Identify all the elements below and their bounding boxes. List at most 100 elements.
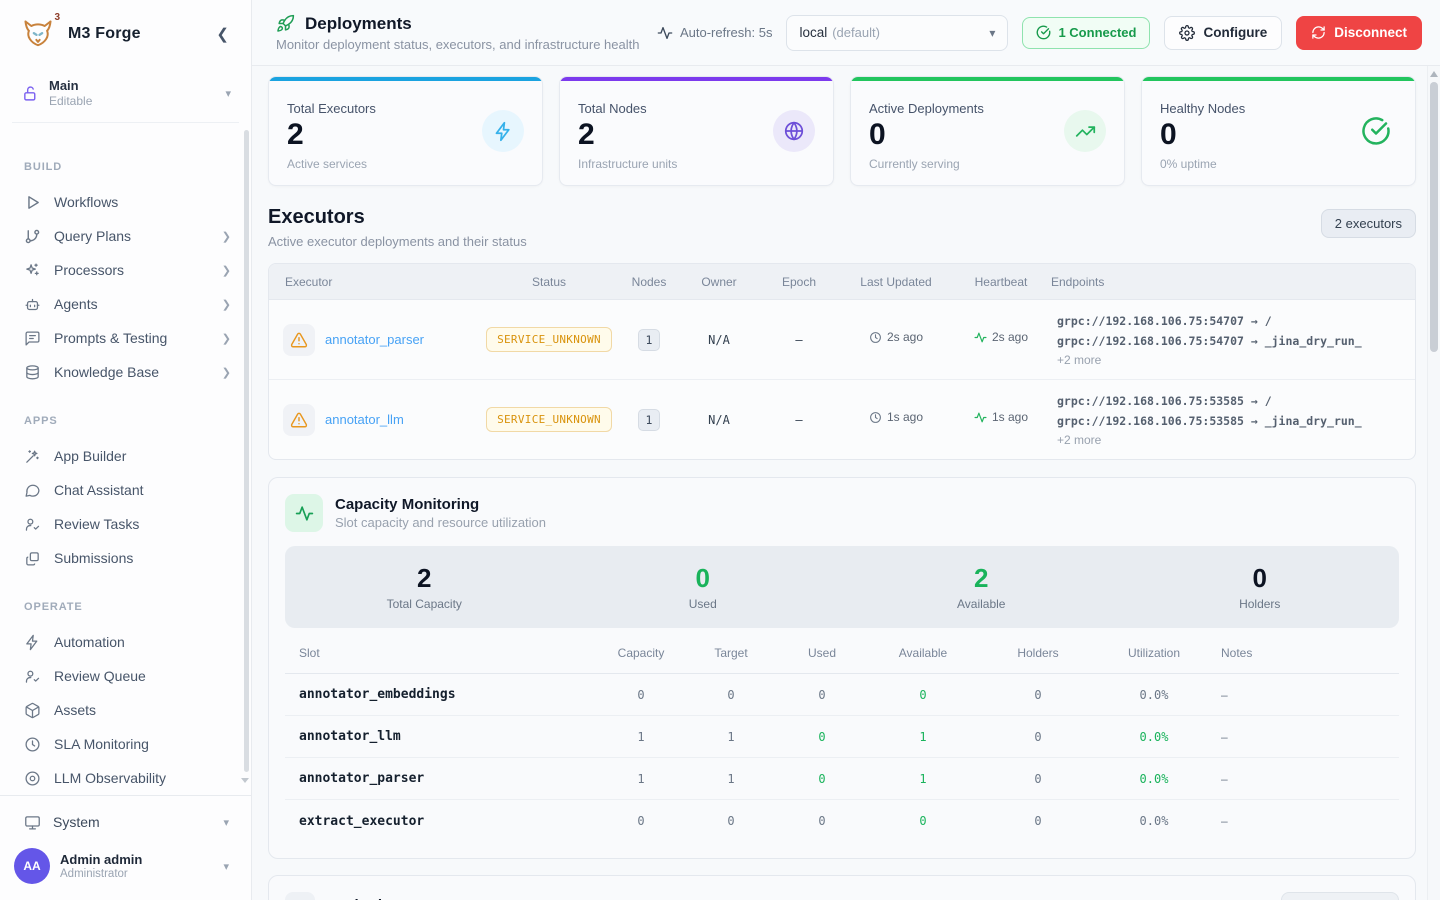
capacity-summary: 2Total Capacity 0Used 2Available 0Holder…	[285, 546, 1399, 628]
unlock-icon	[22, 85, 39, 102]
user-role: Administrator	[60, 868, 213, 880]
sidebar-item-prompts-testing[interactable]: Prompts & Testing ❯	[12, 321, 241, 355]
configure-button[interactable]: Configure	[1164, 16, 1282, 50]
message-square-icon	[24, 330, 42, 347]
epoch-value: –	[757, 332, 841, 347]
chevron-left-icon: ❮	[216, 26, 229, 43]
activity-icon	[974, 331, 987, 344]
sidebar-item-processors[interactable]: Processors ❯	[12, 253, 241, 287]
sidebar-item-knowledge-base[interactable]: Knowledge Base ❯	[12, 355, 241, 389]
sidebar-item-submissions[interactable]: Submissions	[12, 541, 241, 575]
sidebar-item-review-queue[interactable]: Review Queue	[12, 659, 241, 693]
capacity-card: Capacity Monitoring Slot capacity and re…	[268, 477, 1416, 859]
accent-bar	[560, 77, 833, 81]
endpoint-line: grpc://192.168.106.75:54707 → _jina_dry_…	[1057, 332, 1401, 352]
main-scrollbar[interactable]	[1427, 66, 1440, 900]
sidebar-item-sla-monitoring[interactable]: SLA Monitoring	[12, 727, 241, 761]
git-branch-icon	[24, 228, 42, 245]
user-check-icon	[24, 516, 42, 533]
chevron-right-icon: ❯	[222, 230, 231, 243]
activity-icon	[285, 494, 323, 532]
slot-table-header: Slot Capacity Target Used Available Hold…	[285, 632, 1399, 674]
last-updated-value: 2s ago	[887, 330, 923, 344]
user-check-icon	[24, 668, 42, 685]
configure-label: Configure	[1203, 25, 1267, 40]
epoch-value: –	[757, 412, 841, 427]
endpoints-more-link[interactable]: +2 more	[1057, 433, 1401, 447]
workspace-switcher[interactable]: Main Editable ▾	[12, 68, 239, 123]
page-subtitle: Monitor deployment status, executors, an…	[276, 37, 639, 52]
cluster-select-hint: (default)	[832, 25, 880, 40]
sidebar-scrollbar-down-arrow[interactable]	[241, 778, 249, 783]
sidebar-item-review-tasks[interactable]: Review Tasks	[12, 507, 241, 541]
available-value: 2	[842, 563, 1121, 594]
executor-name-link[interactable]: annotator_parser	[325, 332, 424, 347]
nodes-badge: 1	[638, 329, 660, 351]
executor-name-link[interactable]: annotator_llm	[325, 412, 404, 427]
slot-row: extract_executor 0 0 0 0 0 0.0% –	[285, 800, 1399, 842]
nodes-badge: 1	[638, 409, 660, 431]
executors-title: Executors	[268, 206, 527, 229]
clock-icon	[869, 411, 882, 424]
scrollbar-up-arrow[interactable]	[1430, 71, 1438, 77]
holders-value: 0	[1121, 563, 1400, 594]
user-menu[interactable]: AA Admin admin Administrator ▾	[12, 840, 239, 890]
executor-row: annotator_llm SERVICE_UNKNOWN 1 N/A – 1s…	[269, 380, 1415, 459]
package-icon	[24, 702, 42, 719]
globe-icon	[773, 110, 815, 152]
connected-badge: 1 Connected	[1022, 17, 1150, 49]
activity-icon	[974, 411, 987, 424]
desired-states-card: Desired States	[268, 875, 1416, 900]
stat-card-healthy-nodes: Healthy Nodes 0 0% uptime	[1141, 76, 1416, 186]
chevron-down-icon: ▾	[989, 26, 995, 40]
sidebar-item-query-plans[interactable]: Query Plans ❯	[12, 219, 241, 253]
sidebar-scrollbar-thumb[interactable]	[244, 130, 249, 772]
cluster-select[interactable]: local (default) ▾	[786, 15, 1008, 51]
disconnect-button[interactable]: Disconnect	[1296, 16, 1422, 50]
heartbeat-value: 1s ago	[992, 410, 1028, 424]
sidebar-item-agents[interactable]: Agents ❯	[12, 287, 241, 321]
fox-logo-icon: 3	[18, 14, 58, 54]
accent-bar	[269, 77, 542, 81]
sidebar-collapse-button[interactable]: ❮	[208, 21, 237, 47]
zap-icon	[482, 110, 524, 152]
stat-cards: Total Executors 2 Active services Total …	[268, 76, 1416, 186]
sidebar-item-chat-assistant[interactable]: Chat Assistant	[12, 473, 241, 507]
trending-up-icon	[1064, 110, 1106, 152]
main-content: Total Executors 2 Active services Total …	[252, 66, 1440, 900]
heartbeat-value: 2s ago	[992, 330, 1028, 344]
slot-row: annotator_embeddings 0 0 0 0 0 0.0% –	[285, 674, 1399, 716]
avatar: AA	[14, 848, 50, 884]
endpoint-line: grpc://192.168.106.75:53585 → _jina_dry_…	[1057, 412, 1401, 432]
user-name: Admin admin	[60, 852, 213, 867]
workspace-badge: Editable	[49, 94, 215, 108]
message-circle-icon	[24, 482, 42, 499]
endpoints-more-link[interactable]: +2 more	[1057, 353, 1401, 367]
sidebar-item-app-builder[interactable]: App Builder	[12, 439, 241, 473]
accent-bar	[851, 77, 1124, 81]
page-title: Deployments	[305, 14, 412, 34]
chevron-right-icon: ❯	[222, 298, 231, 311]
circle-dot-icon	[24, 770, 42, 787]
capacity-subtitle: Slot capacity and resource utilization	[335, 515, 546, 530]
refresh-icon	[1311, 25, 1326, 40]
endpoint-line: grpc://192.168.106.75:54707 → /	[1057, 312, 1401, 332]
check-circle-icon	[1355, 110, 1397, 152]
used-value: 0	[564, 563, 843, 594]
sidebar-item-llm-observability[interactable]: LLM Observability	[12, 761, 241, 795]
sidebar-item-automation[interactable]: Automation	[12, 625, 241, 659]
sidebar-item-assets[interactable]: Assets	[12, 693, 241, 727]
sidebar: 3 M3 Forge ❮ Main Editable ▾ BUILD	[0, 0, 252, 900]
nav-section-label-apps: APPS	[12, 415, 241, 427]
auto-refresh-indicator: Auto-refresh: 5s	[657, 25, 773, 41]
sidebar-item-workflows[interactable]: Workflows	[12, 185, 241, 219]
stat-card-active-deployments: Active Deployments 0 Currently serving	[850, 76, 1125, 186]
monitor-icon	[24, 814, 41, 831]
rocket-icon	[276, 14, 295, 33]
sidebar-item-system[interactable]: System ▾	[12, 804, 239, 840]
clock-icon	[869, 331, 882, 344]
sparkles-icon	[24, 262, 42, 279]
scrollbar-thumb[interactable]	[1430, 82, 1438, 352]
executor-row: annotator_parser SERVICE_UNKNOWN 1 N/A –…	[269, 300, 1415, 380]
status-badge: SERVICE_UNKNOWN	[486, 327, 612, 352]
